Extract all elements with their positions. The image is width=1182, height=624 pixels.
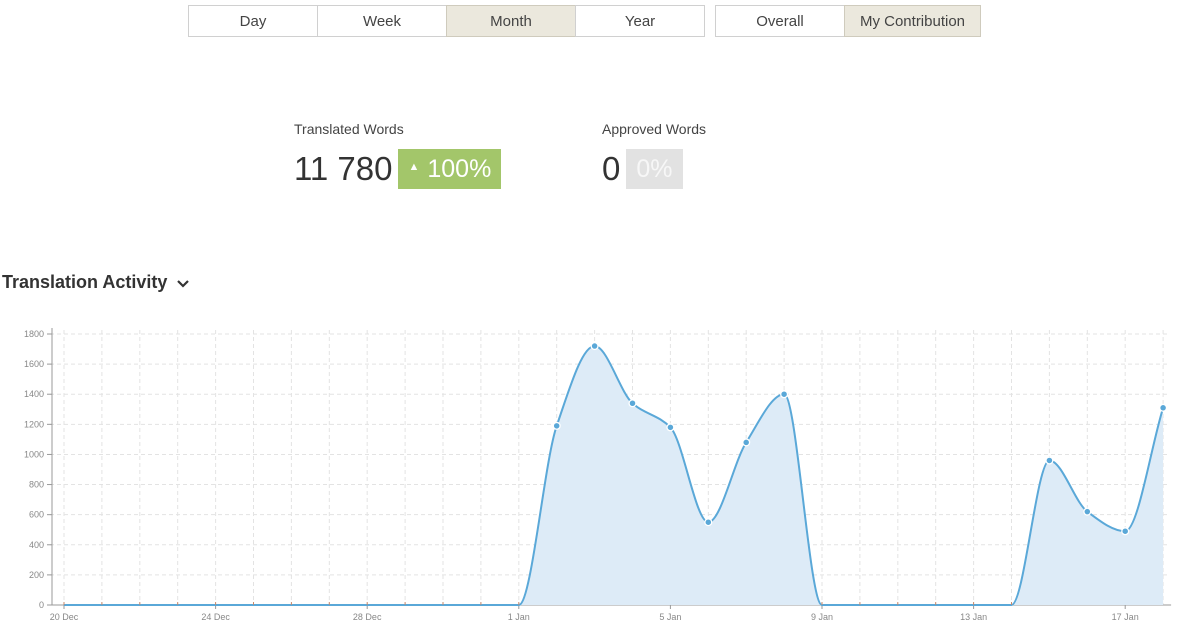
- translated-words-stat: Translated Words 11 780 ▲ 100%: [294, 121, 502, 189]
- x-tick-label: 24 Dec: [201, 612, 230, 622]
- trend-up-icon: ▲: [408, 161, 420, 173]
- y-tick-label: 400: [29, 540, 44, 550]
- approved-words-stat: Approved Words 0 0%: [602, 121, 706, 189]
- period-selector: Day Week Month Year: [188, 5, 705, 39]
- approved-words-label: Approved Words: [602, 121, 707, 137]
- x-tick-label: 28 Dec: [353, 612, 382, 622]
- y-tick-label: 600: [29, 510, 44, 520]
- y-tick-label: 1600: [24, 359, 44, 369]
- y-tick-label: 1200: [24, 419, 44, 429]
- data-point: [666, 423, 675, 432]
- translation-activity-toggle[interactable]: Translation Activity: [2, 272, 190, 293]
- y-tick-label: 1400: [24, 389, 44, 399]
- data-point: [552, 421, 561, 430]
- data-point: [742, 438, 751, 447]
- translated-words-label: Translated Words: [294, 121, 404, 137]
- data-point: [1083, 507, 1092, 516]
- translation-activity-title: Translation Activity: [2, 272, 168, 292]
- data-point: [1045, 456, 1054, 465]
- data-point: [628, 399, 637, 408]
- x-tick-label: 17 Jan: [1112, 612, 1139, 622]
- period-year-button[interactable]: Year: [575, 5, 705, 37]
- translation-activity-chart: 0 200 400 600 800 1000 1200 1400 1600 1800 20 Dec 2…: [24, 328, 1172, 622]
- data-point: [780, 390, 789, 399]
- scope-my-contribution-button[interactable]: My Contribution: [844, 5, 981, 37]
- y-tick-label: 200: [29, 570, 44, 580]
- x-tick-label: 5 Jan: [659, 612, 681, 622]
- x-tick-label: 9 Jan: [811, 612, 833, 622]
- period-week-button[interactable]: Week: [317, 5, 447, 37]
- data-point: [704, 518, 713, 527]
- data-point: [590, 341, 599, 351]
- x-tick-label: 1 Jan: [508, 612, 530, 622]
- scope-overall-button[interactable]: Overall: [715, 5, 845, 37]
- x-tick-label: 20 Dec: [50, 612, 79, 622]
- y-tick-label: 1000: [24, 449, 44, 459]
- data-point: [1121, 527, 1130, 536]
- scope-selector: Overall My Contribution: [715, 5, 981, 39]
- y-tick-label: 800: [29, 480, 44, 490]
- period-month-button[interactable]: Month: [446, 5, 576, 37]
- chevron-down-icon: [177, 272, 190, 293]
- activity-area: [64, 346, 1164, 605]
- data-point: [1159, 403, 1168, 412]
- translated-change-badge: ▲ 100%: [398, 149, 502, 189]
- translated-words-value: 11 780: [294, 150, 393, 187]
- y-tick-label: 1800: [24, 329, 44, 339]
- translated-change-value: 100%: [427, 154, 492, 183]
- approved-change-value: 0%: [636, 154, 673, 183]
- approved-change-badge: 0%: [626, 149, 683, 189]
- period-day-button[interactable]: Day: [188, 5, 318, 37]
- y-tick-label: 0: [39, 600, 44, 610]
- approved-words-value: 0: [602, 150, 621, 187]
- x-tick-label: 13 Jan: [960, 612, 987, 622]
